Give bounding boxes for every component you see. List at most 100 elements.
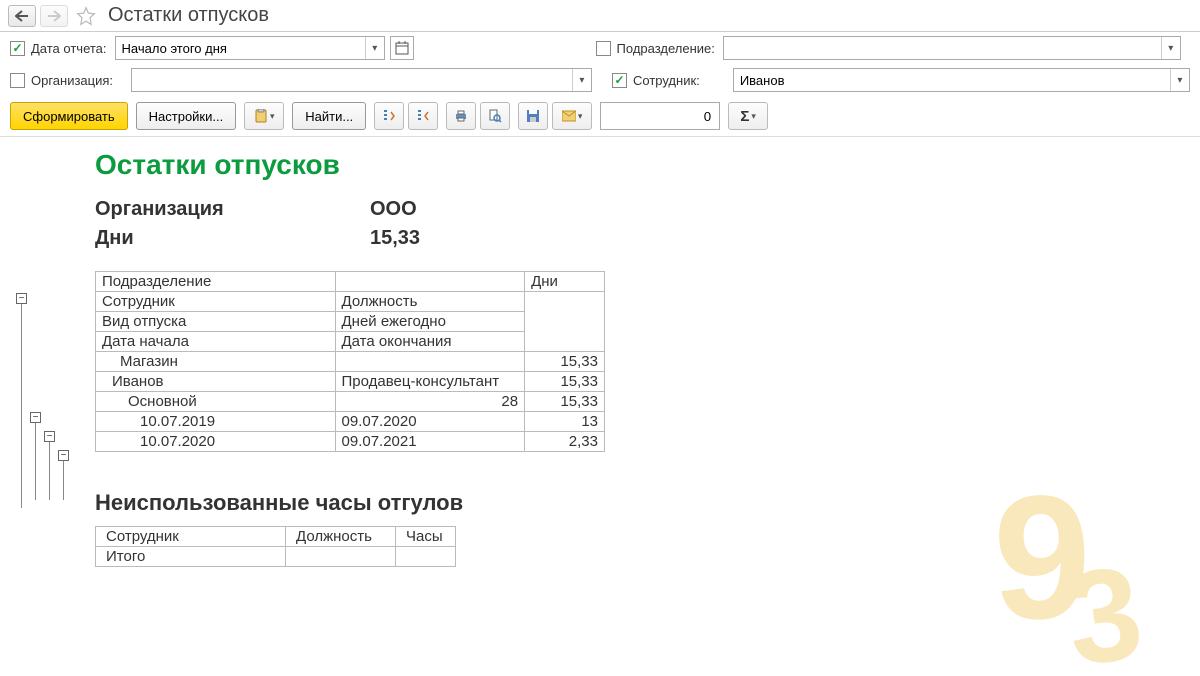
- numeric-input[interactable]: [600, 102, 720, 130]
- hdr-start: Дата начала: [96, 332, 336, 352]
- row-p2-days: 2,33: [525, 432, 605, 452]
- summary-days-key: Дни: [95, 224, 370, 253]
- table-row: Вид отпуска Дней ежегодно: [96, 312, 605, 332]
- summary-org-val: ООО: [370, 195, 417, 224]
- table-row: Итого: [96, 547, 456, 567]
- s2-hdr-hours: Часы: [396, 527, 456, 547]
- org-field[interactable]: ▾: [131, 68, 592, 92]
- row-store: Магазин: [96, 352, 336, 372]
- section2-table: Сотрудник Должность Часы Итого: [95, 526, 456, 567]
- tree-toggle-2[interactable]: −: [30, 412, 41, 423]
- table-row: Дата начала Дата окончания: [96, 332, 605, 352]
- printer-icon: [454, 109, 468, 123]
- tree-toggle-3[interactable]: −: [44, 431, 55, 442]
- date-checkbox[interactable]: [10, 41, 25, 56]
- hdr-leavetype: Вид отпуска: [96, 312, 336, 332]
- date-field[interactable]: ▾: [115, 36, 385, 60]
- magnify-page-icon: [488, 109, 502, 123]
- employee-label: Сотрудник:: [633, 73, 725, 88]
- calendar-button[interactable]: [390, 36, 414, 60]
- tree-toggle-4[interactable]: −: [58, 450, 69, 461]
- envelope-icon: [562, 110, 576, 122]
- row-p1-end: 09.07.2020: [335, 412, 525, 432]
- row-p2-end: 09.07.2021: [335, 432, 525, 452]
- org-input[interactable]: [132, 69, 572, 91]
- division-label: Подразделение:: [617, 41, 715, 56]
- svg-text:3: 3: [1058, 538, 1151, 673]
- settings-button[interactable]: Настройки...: [136, 102, 237, 130]
- generate-button[interactable]: Сформировать: [10, 102, 128, 130]
- table-row: Сотрудник Должность: [96, 292, 605, 312]
- email-dropdown-button[interactable]: ▾: [552, 102, 592, 130]
- table-row: Сотрудник Должность Часы: [96, 527, 456, 547]
- collapse-icon: [416, 109, 430, 123]
- table-row: 10.07.2020 09.07.2021 2,33: [96, 432, 605, 452]
- floppy-icon: [526, 109, 540, 123]
- row-emp: Иванов: [96, 372, 336, 392]
- calendar-icon: [395, 41, 409, 55]
- table-row: Иванов Продавец-консультант 15,33: [96, 372, 605, 392]
- forward-button[interactable]: [40, 5, 68, 27]
- sigma-icon: Σ: [740, 108, 749, 125]
- table-row: 10.07.2019 09.07.2020 13: [96, 412, 605, 432]
- toolbar: Сформировать Настройки... ▾ Найти... ▾ Σ: [0, 96, 1200, 137]
- row-type: Основной: [96, 392, 336, 412]
- row-emp-pos: Продавец-консультант: [335, 372, 525, 392]
- arrow-left-icon: [15, 10, 29, 22]
- top-bar: Остатки отпусков: [0, 0, 1200, 32]
- employee-input[interactable]: [734, 69, 1170, 91]
- paste-dropdown-button[interactable]: ▾: [244, 102, 284, 130]
- row-emp-days: 15,33: [525, 372, 605, 392]
- hdr-yearly: Дней ежегодно: [335, 312, 525, 332]
- expand-all-button[interactable]: [374, 102, 404, 130]
- clipboard-icon: [254, 109, 268, 123]
- employee-checkbox[interactable]: [612, 73, 627, 88]
- report-summary: Организация ООО Дни 15,33: [95, 195, 1190, 253]
- division-input[interactable]: [724, 37, 1161, 59]
- report-title: Остатки отпусков: [95, 149, 1190, 181]
- hdr-employee: Сотрудник: [96, 292, 336, 312]
- watermark-93-icon: 9 3: [960, 453, 1180, 673]
- sigma-dropdown-button[interactable]: Σ ▾: [728, 102, 768, 130]
- summary-org-key: Организация: [95, 195, 370, 224]
- hdr-division: Подразделение: [96, 272, 336, 292]
- row-p1-days: 13: [525, 412, 605, 432]
- filter-row-2: Организация: ▾ Сотрудник: ▾: [0, 64, 1200, 96]
- main-table: Подразделение Дни Сотрудник Должность Ви…: [95, 271, 605, 452]
- find-button[interactable]: Найти...: [292, 102, 366, 130]
- page-title: Остатки отпусков: [108, 4, 269, 27]
- tree-gutter: − − − −: [0, 137, 85, 665]
- org-dropdown-icon[interactable]: ▾: [572, 69, 591, 91]
- s2-hdr-emp: Сотрудник: [96, 527, 286, 547]
- date-input[interactable]: [116, 37, 365, 59]
- org-label: Организация:: [31, 73, 123, 88]
- division-checkbox[interactable]: [596, 41, 611, 56]
- hdr-days: Дни: [525, 272, 605, 292]
- row-p2-start: 10.07.2020: [96, 432, 336, 452]
- date-dropdown-icon[interactable]: ▾: [365, 37, 384, 59]
- summary-days-val: 15,33: [370, 224, 420, 253]
- table-row: Основной 28 15,33: [96, 392, 605, 412]
- print-button[interactable]: [446, 102, 476, 130]
- save-button[interactable]: [518, 102, 548, 130]
- favorite-star-icon[interactable]: [76, 6, 96, 26]
- hdr-position: Должность: [335, 292, 525, 312]
- org-checkbox[interactable]: [10, 73, 25, 88]
- filter-row-1: Дата отчета: ▾ Подразделение: ▾: [0, 32, 1200, 64]
- collapse-all-button[interactable]: [408, 102, 438, 130]
- s2-hdr-pos: Должность: [286, 527, 396, 547]
- row-type-yearly: 28: [335, 392, 525, 412]
- tree-toggle-1[interactable]: −: [16, 293, 27, 304]
- row-p1-start: 10.07.2019: [96, 412, 336, 432]
- division-field[interactable]: ▾: [723, 36, 1181, 60]
- back-button[interactable]: [8, 5, 36, 27]
- employee-dropdown-icon[interactable]: ▾: [1170, 69, 1189, 91]
- preview-button[interactable]: [480, 102, 510, 130]
- row-store-days: 15,33: [525, 352, 605, 372]
- division-dropdown-icon[interactable]: ▾: [1161, 37, 1180, 59]
- arrow-right-icon: [47, 10, 61, 22]
- table-row: Подразделение Дни: [96, 272, 605, 292]
- employee-field[interactable]: ▾: [733, 68, 1190, 92]
- date-label: Дата отчета:: [31, 41, 107, 56]
- hdr-end: Дата окончания: [335, 332, 525, 352]
